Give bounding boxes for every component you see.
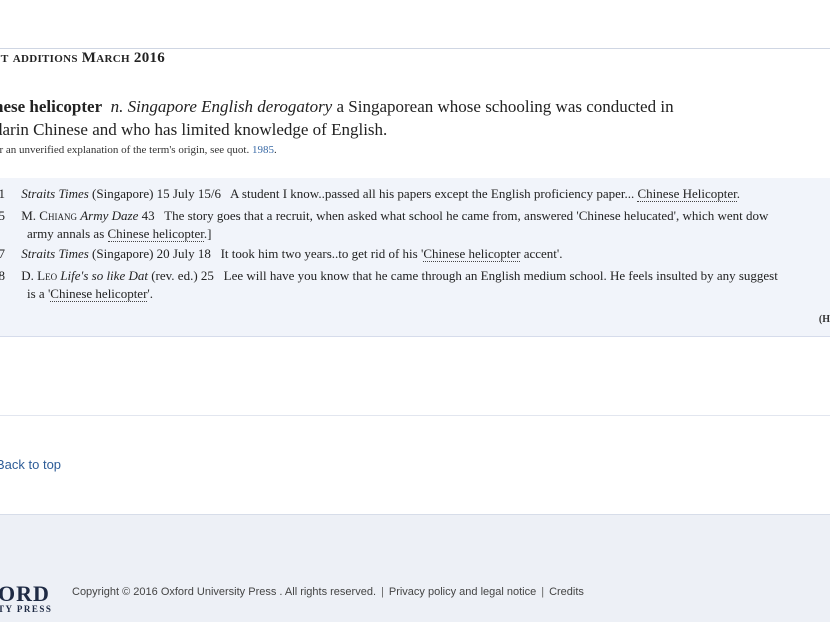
quote-term[interactable]: Chinese helicopter xyxy=(423,246,521,262)
quote-text-end: '. xyxy=(147,286,153,301)
copyright-text: Copyright © 2016 Oxford University Press… xyxy=(72,586,376,598)
definition-part1: a Singaporean whose schooling was conduc… xyxy=(336,97,674,116)
quote-year: 85 xyxy=(0,208,5,223)
quote-text: The story goes that a recruit, when aske… xyxy=(164,208,769,223)
quote-ref: (Singapore) 20 July 18 xyxy=(88,246,211,261)
quote-ref: (Singapore) 15 July 15/6 xyxy=(88,186,221,201)
quote-source: Army Daze xyxy=(80,208,139,223)
quote-text-end: accent'. xyxy=(520,246,563,261)
quote-source: Life's so like Dat xyxy=(60,268,148,283)
note-quote-link[interactable]: 1985 xyxy=(252,144,274,156)
quote-source: Straits Times xyxy=(21,186,89,201)
page: ft additions March 2016 nese helicopter … xyxy=(0,0,830,622)
headword: nese helicopter xyxy=(0,97,103,116)
quote-text: is a ' xyxy=(27,286,51,301)
quote-ref: (rev. ed.) 25 xyxy=(147,268,214,283)
oup-logo-subtext: TY PRESS xyxy=(0,604,53,614)
quote-ref: 43 xyxy=(138,208,155,223)
quote-author: D. Leo xyxy=(21,268,61,283)
quotation-row: 85 M. Chiang Army Daze 43 The story goes… xyxy=(0,208,768,224)
top-divider xyxy=(0,48,830,49)
back-to-top-link[interactable]: Back to top xyxy=(0,457,61,472)
headword-line: nese helicopter n. Singapore English der… xyxy=(0,97,674,117)
quote-term[interactable]: Chinese Helicopter xyxy=(637,186,737,202)
section-heading: ft additions March 2016 xyxy=(0,50,166,66)
separator: | xyxy=(541,586,545,598)
historical-thesaurus-link[interactable]: (H xyxy=(819,314,830,325)
quotation-continuation: army annals as Chinese helicopter.] xyxy=(27,226,212,242)
quotation-row: 08 D. Leo Life's so like Dat (rev. ed.) … xyxy=(0,268,778,284)
quote-text-end: . xyxy=(736,186,740,201)
quotation-row: 97 Straits Times (Singapore) 20 July 18 … xyxy=(0,246,562,262)
quote-source: Straits Times xyxy=(21,246,89,261)
quote-text: A student I know..passed all his papers … xyxy=(230,186,638,201)
quote-author: M. Chiang xyxy=(21,208,81,223)
quote-text: It took him two years..to get rid of his… xyxy=(220,246,424,261)
etymology-note: or an unverified explanation of the term… xyxy=(0,144,277,156)
footer-links: Copyright © 2016 Oxford University Press… xyxy=(72,586,584,598)
footer: ORD TY PRESS Copyright © 2016 Oxford Uni… xyxy=(0,514,830,622)
part-of-speech: n. xyxy=(110,97,124,116)
separator: | xyxy=(381,586,384,598)
quote-year: 97 xyxy=(0,246,5,261)
quote-year: 81 xyxy=(0,186,5,201)
privacy-policy-link[interactable]: Privacy policy and legal notice xyxy=(389,586,536,598)
note-text: or an unverified explanation of the term… xyxy=(0,144,250,156)
quote-text-end: .] xyxy=(203,226,212,241)
quote-year: 08 xyxy=(0,268,5,283)
definition-part2: darin Chinese and who has limited knowle… xyxy=(0,120,388,139)
quotation-row: 81 Straits Times (Singapore) 15 July 15/… xyxy=(0,186,740,202)
quote-term[interactable]: Chinese helicopter xyxy=(50,286,148,302)
quote-term[interactable]: Chinese helicopter xyxy=(107,226,204,242)
quote-text: army annals as xyxy=(27,226,108,241)
quotations-panel: 81 Straits Times (Singapore) 15 July 15/… xyxy=(0,178,830,337)
quotation-continuation: is a 'Chinese helicopter'. xyxy=(27,286,153,302)
credits-link[interactable]: Credits xyxy=(549,586,584,598)
usage-label: Singapore English derogatory xyxy=(127,97,333,116)
content-divider xyxy=(0,415,830,416)
quote-text: Lee will have you know that he came thro… xyxy=(223,268,778,283)
